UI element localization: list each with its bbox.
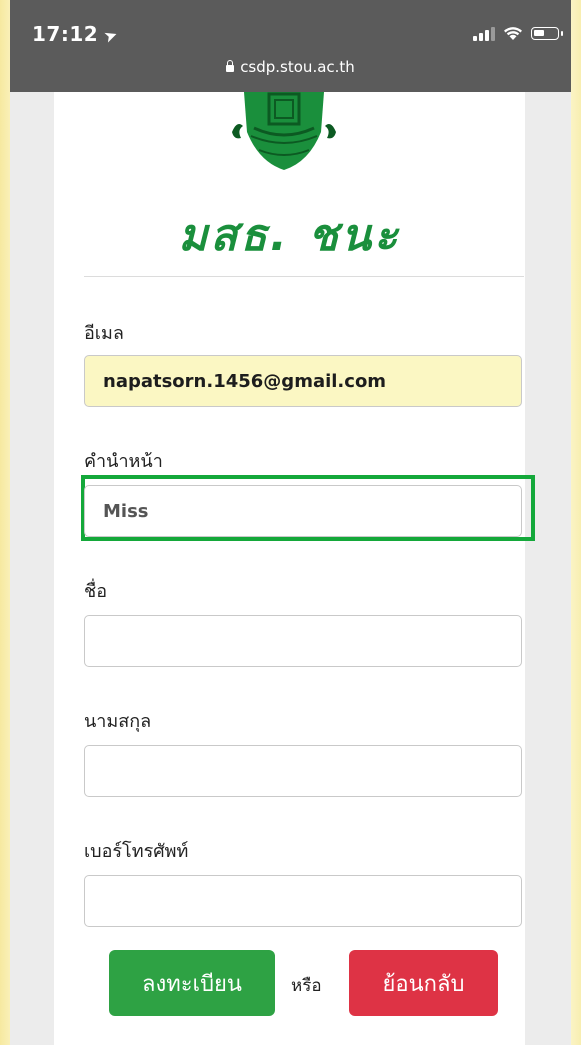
status-time-text: 17:12 (32, 22, 99, 46)
university-emblem-icon (232, 92, 336, 170)
back-button-label: ย้อนกลับ (382, 971, 465, 997)
firstname-label: ชื่อ (84, 581, 108, 602)
divider (84, 276, 524, 277)
email-label: อีเมล (84, 323, 124, 344)
url-text: csdp.stou.ac.th (240, 58, 355, 76)
address-bar[interactable]: csdp.stou.ac.th (10, 58, 571, 76)
location-arrow-icon: ➤ (101, 24, 121, 47)
lastname-label: นามสกุล (84, 711, 152, 732)
phone-screen: 17:12 ➤ csdp.stou.ac.th มสธ. ชนะ อีเมล n… (10, 0, 571, 1045)
status-time: 17:12 ➤ (32, 22, 121, 47)
battery-icon (531, 27, 563, 40)
brand-title: มสธ. ชนะ (178, 210, 401, 261)
phone-label: เบอร์โทรศัพท์ (84, 841, 189, 862)
cellular-signal-icon (473, 26, 495, 41)
or-text: หรือ (291, 976, 322, 996)
lock-icon (226, 60, 235, 72)
back-button[interactable]: ย้อนกลับ (349, 950, 498, 1016)
title-value: Miss (103, 500, 149, 522)
registration-card: มสธ. ชนะ อีเมล napatsorn.1456@gmail.com … (54, 92, 535, 1045)
register-button-label: ลงทะเบียน (142, 971, 242, 997)
title-label: คำนำหน้า (84, 451, 163, 472)
title-select[interactable]: Miss (84, 485, 522, 537)
register-button[interactable]: ลงทะเบียน (109, 950, 275, 1016)
firstname-field[interactable] (84, 615, 522, 667)
status-icons (473, 26, 563, 41)
wifi-icon (504, 27, 522, 40)
status-bar: 17:12 ➤ csdp.stou.ac.th (10, 0, 571, 92)
email-value: napatsorn.1456@gmail.com (103, 370, 387, 392)
email-field[interactable]: napatsorn.1456@gmail.com (84, 355, 522, 407)
lastname-field[interactable] (84, 745, 522, 797)
phone-field[interactable] (84, 875, 522, 927)
